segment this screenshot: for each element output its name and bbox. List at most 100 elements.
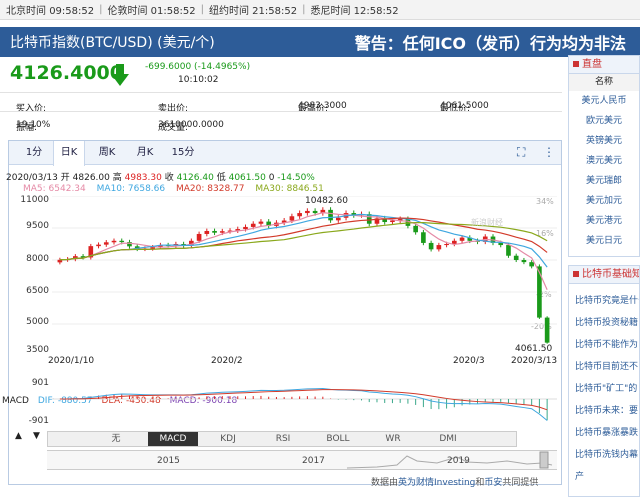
right-sidebar: 直盘 名称 美元人民币 欧元美元 英镑美元 澳元美元 美元瑞郎 美元加元 美元港… xyxy=(568,55,640,497)
indicator-kdj[interactable]: KDJ xyxy=(203,432,253,446)
pair-link[interactable]: 澳元美元 xyxy=(569,151,639,171)
article-link[interactable]: 比特币未来：要 xyxy=(569,400,639,422)
candle-body xyxy=(513,255,519,260)
pair-link[interactable]: 英镑美元 xyxy=(569,131,639,151)
ma30-label: MA30: 8846.51 xyxy=(255,184,324,194)
candle-body xyxy=(521,260,527,263)
direct-pairs-title: 直盘 xyxy=(569,56,639,74)
tab-daily[interactable]: 日K xyxy=(53,141,85,166)
indicator-none[interactable]: 无 xyxy=(91,432,141,446)
price-time: 10:10:02 xyxy=(178,75,219,85)
article-link[interactable]: 比特币目前还不 xyxy=(569,356,639,378)
tab-monthly[interactable]: 月K xyxy=(129,141,161,165)
candle-body xyxy=(413,225,418,233)
page: 北京时间 09:58:52 | 伦敦时间 01:58:52 | 纽约时间 21:… xyxy=(0,0,640,497)
clock-london: 伦敦时间 01:58:52 xyxy=(107,6,196,17)
pair-link[interactable]: 美元人民币 xyxy=(569,91,639,111)
macd-y-tick: 901 xyxy=(31,378,49,388)
data-source-note: 数据由英为财情Investing和币安共同提供 xyxy=(371,478,539,488)
tab-1min[interactable]: 1分 xyxy=(19,141,49,165)
article-link[interactable]: 比特币"矿工"的 xyxy=(569,378,639,400)
candle-body xyxy=(150,247,155,249)
current-price: 4126.4000 xyxy=(10,62,123,84)
binance-link[interactable]: 币安 xyxy=(484,478,502,488)
candle-body xyxy=(390,220,395,223)
candle-body xyxy=(328,209,333,221)
clock-beijing: 北京时间 09:58:52 xyxy=(6,6,95,17)
x-label: 2020/3/13 xyxy=(511,356,558,366)
y-tick: 6500 xyxy=(26,286,49,296)
ma5-label: MA5: 6542.34 xyxy=(23,184,86,194)
year-label: 2019 xyxy=(447,456,470,466)
indicator-tabs: 无 MACD KDJ RSI BOLL WR DMI xyxy=(47,431,517,447)
pair-link[interactable]: 美元日元 xyxy=(569,231,639,251)
quote-row-1: 买入价: -- 卖出价: -- 最高价: 4983.3000 最低价: 4061.500… xyxy=(0,92,562,114)
dea-line xyxy=(59,389,548,411)
year-label: 2015 xyxy=(157,456,180,466)
candle-body xyxy=(212,230,217,233)
ico-warning: 警告：任何ICO（发币）行为均为非法 xyxy=(354,34,626,53)
candle-body xyxy=(196,233,202,241)
candle-body xyxy=(529,262,534,267)
indicator-dmi[interactable]: DMI xyxy=(423,432,473,446)
low-annotation: 4061.50 xyxy=(515,344,553,354)
ma-legend: MA5: 6542.34 MA10: 7658.66 MA20: 8328.77… xyxy=(23,184,332,194)
pair-link[interactable]: 美元加元 xyxy=(569,191,639,211)
indicator-boll[interactable]: BOLL xyxy=(313,432,363,446)
candle-body xyxy=(219,231,225,233)
indicator-macd[interactable]: MACD xyxy=(148,432,198,446)
candle-body xyxy=(103,242,109,245)
tab-weekly[interactable]: 周K xyxy=(91,141,123,165)
candle-body xyxy=(312,210,318,214)
candle-body xyxy=(544,317,550,343)
x-label: 2020/2 xyxy=(211,356,243,366)
y-tick: 9500 xyxy=(26,221,49,231)
clock-newyork: 纽约时间 21:58:52 xyxy=(208,6,298,17)
article-link[interactable]: 比特币不能作为 xyxy=(569,334,639,356)
candle-body xyxy=(250,223,256,227)
year-label: 2017 xyxy=(302,456,325,466)
bitcoin-basics-box: 比特币基础知识 比特币究竟是什么 比特币投资秘籍 比特币不能作为 比特币目前还不… xyxy=(568,265,640,497)
kline-chart-panel: 1分 日K 周K 月K 15分 ⛶ ⋮ 2020/03/13 开 4826.00… xyxy=(2,140,562,488)
high-annotation: 10482.60 xyxy=(305,196,348,206)
candle-body xyxy=(444,244,449,246)
candle-body xyxy=(204,230,210,234)
candle-body xyxy=(459,237,465,241)
more-icon[interactable]: ⋮ xyxy=(543,145,555,159)
article-link[interactable]: 比特币洗钱内幕 xyxy=(569,444,639,466)
candle-body xyxy=(498,242,504,246)
candle-body xyxy=(335,217,341,221)
article-link[interactable]: 比特币究竟是什么 xyxy=(569,290,639,312)
scroll-down-icon[interactable]: ▼ xyxy=(33,431,40,441)
article-link[interactable]: 产 xyxy=(569,466,639,488)
quote-row-2: 振幅: 19.10% 成交量: 3610000.0000 xyxy=(0,111,562,133)
pair-link[interactable]: 美元港元 xyxy=(569,211,639,231)
candle-body xyxy=(305,210,310,214)
y-tick: 3500 xyxy=(26,345,49,355)
investing-link[interactable]: 英为财情Investing xyxy=(398,478,475,488)
indicator-rsi[interactable]: RSI xyxy=(258,432,308,446)
candle-body xyxy=(436,245,442,250)
candle-body xyxy=(537,266,542,318)
pair-link[interactable]: 美元瑞郎 xyxy=(569,171,639,191)
pair-link[interactable]: 欧元美元 xyxy=(569,111,639,131)
fullscreen-icon[interactable]: ⛶ xyxy=(517,145,525,160)
article-link[interactable]: 比特币暴涨暴跌 xyxy=(569,422,639,444)
y-tick: 11000 xyxy=(20,195,49,205)
article-link[interactable]: 比特币投资秘籍 xyxy=(569,312,639,334)
page-header: 比特币指数(BTC/USD) (美元/个) 警告：任何ICO（发币）行为均为非法 xyxy=(0,27,640,57)
ma20-label: MA20: 8328.77 xyxy=(176,184,245,194)
watermark: 新浪财经 xyxy=(471,218,503,227)
dif-line xyxy=(59,388,548,421)
candle-body xyxy=(421,232,426,243)
bitcoin-basics-title: 比特币基础知识 xyxy=(569,266,639,284)
ma10-label: MA10: 7658.66 xyxy=(96,184,166,194)
candle-body xyxy=(96,244,101,247)
candle-body xyxy=(119,240,125,243)
time-range-navigator[interactable]: 2015 2017 2019 xyxy=(47,450,557,470)
candle-body xyxy=(289,216,295,221)
candle-body xyxy=(258,221,264,224)
indicator-wr[interactable]: WR xyxy=(368,432,418,446)
tab-15min[interactable]: 15分 xyxy=(167,141,199,165)
scroll-up-icon[interactable]: ▲ xyxy=(15,431,22,441)
